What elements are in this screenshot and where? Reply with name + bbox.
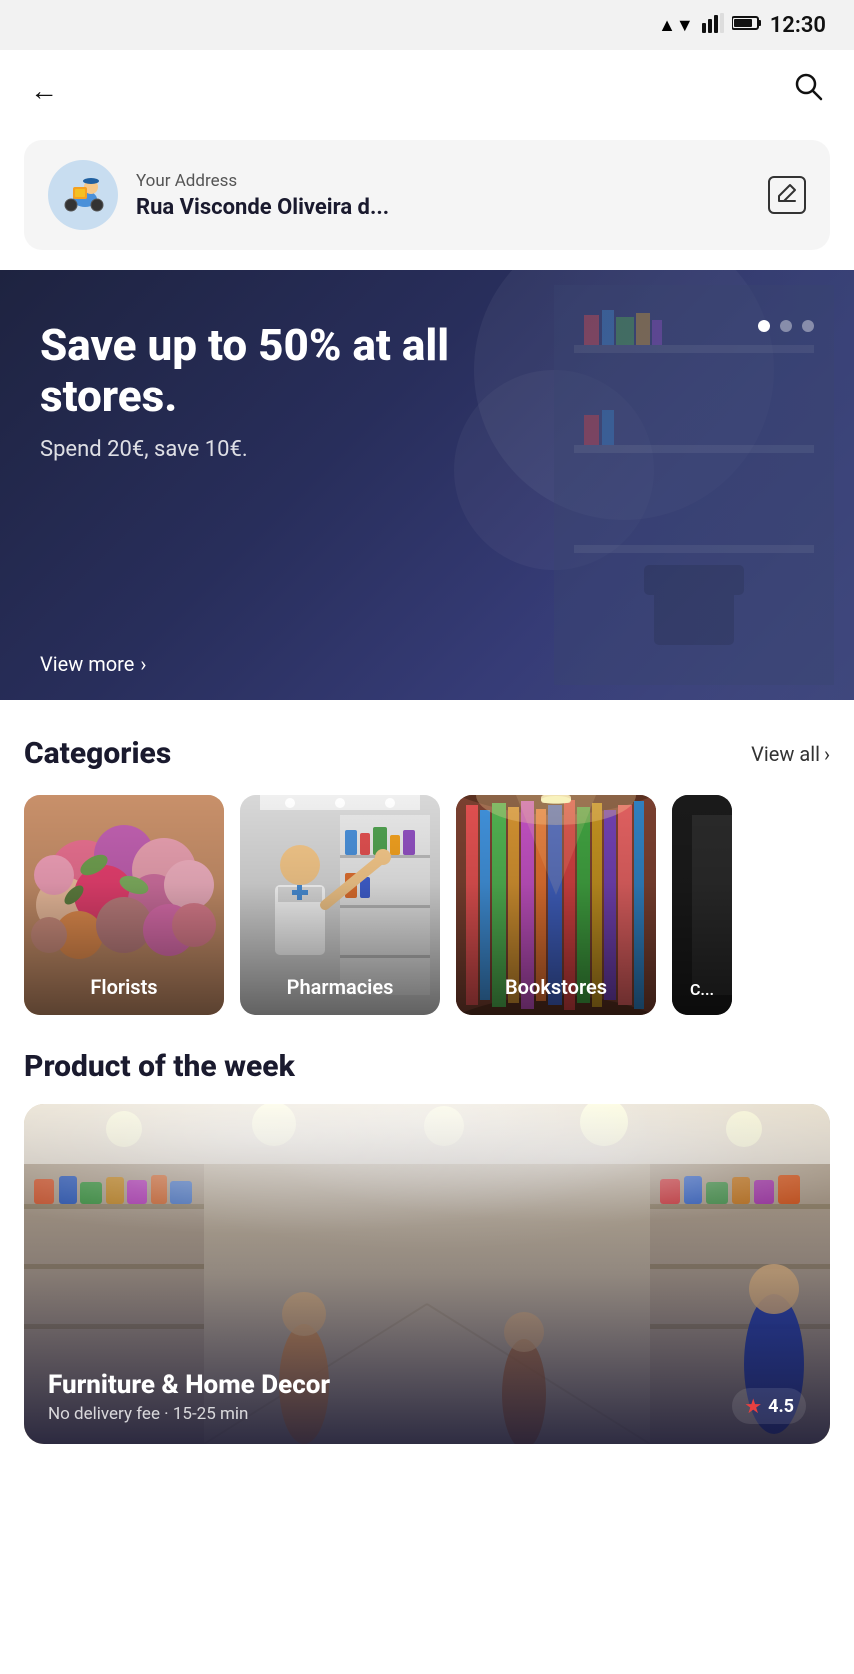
banner-content: Save up to 50% at all stores. Spend 20€,… xyxy=(0,270,854,482)
star-icon: ★ xyxy=(744,1394,762,1418)
nav-bar: ← xyxy=(0,50,854,130)
banner-subtitle: Spend 20€, save 10€. xyxy=(40,437,814,462)
product-rating: ★ 4.5 xyxy=(732,1388,806,1424)
avatar xyxy=(48,160,118,230)
category-pharmacies[interactable]: Pharmacies xyxy=(240,795,440,1015)
category-florists[interactable]: Florists xyxy=(24,795,224,1015)
wifi-icon: ▲▼ xyxy=(658,15,694,36)
category-fourth[interactable]: C... xyxy=(672,795,732,1015)
categories-row: Florists xyxy=(24,795,830,1015)
product-name: Furniture & Home Decor xyxy=(48,1370,330,1400)
back-button[interactable]: ← xyxy=(30,74,58,107)
address-value: Rua Visconde Oliveira d... xyxy=(136,195,750,220)
search-button[interactable] xyxy=(792,70,824,110)
rating-value: 4.5 xyxy=(768,1396,794,1417)
florists-label: Florists xyxy=(24,975,224,999)
bookstores-label: Bookstores xyxy=(456,975,656,999)
signal-icon xyxy=(702,13,724,37)
banner-section: Save up to 50% at all stores. Spend 20€,… xyxy=(0,270,854,700)
product-section-title: Product of the week xyxy=(24,1049,830,1084)
product-bottom: Furniture & Home Decor No delivery fee ·… xyxy=(24,1350,830,1444)
product-description: No delivery fee · 15-25 min xyxy=(48,1404,330,1424)
product-info: Furniture & Home Decor No delivery fee ·… xyxy=(48,1370,330,1424)
banner-view-more[interactable]: View more › xyxy=(40,652,146,676)
address-section: Your Address Rua Visconde Oliveira d... xyxy=(0,130,854,270)
battery-icon xyxy=(732,15,762,35)
address-info: Your Address Rua Visconde Oliveira d... xyxy=(136,171,750,220)
pharmacies-label: Pharmacies xyxy=(240,975,440,999)
status-time: 12:30 xyxy=(770,13,826,38)
address-edit-button[interactable] xyxy=(768,176,806,214)
section-header: Categories View all › xyxy=(24,736,830,771)
view-all-button[interactable]: View all › xyxy=(751,742,830,766)
banner-title: Save up to 50% at all stores. xyxy=(40,320,540,421)
fourth-label: C... xyxy=(672,980,732,999)
address-card[interactable]: Your Address Rua Visconde Oliveira d... xyxy=(24,140,830,250)
categories-title: Categories xyxy=(24,736,171,771)
product-section: Product of the week xyxy=(0,1039,854,1468)
categories-section: Categories View all › xyxy=(0,700,854,1039)
status-bar: ▲▼ 12:30 xyxy=(0,0,854,50)
category-bookstores[interactable]: Bookstores xyxy=(456,795,656,1015)
status-icons: ▲▼ 12:30 xyxy=(658,13,826,38)
product-card[interactable]: Furniture & Home Decor No delivery fee ·… xyxy=(24,1104,830,1444)
address-label: Your Address xyxy=(136,171,750,191)
